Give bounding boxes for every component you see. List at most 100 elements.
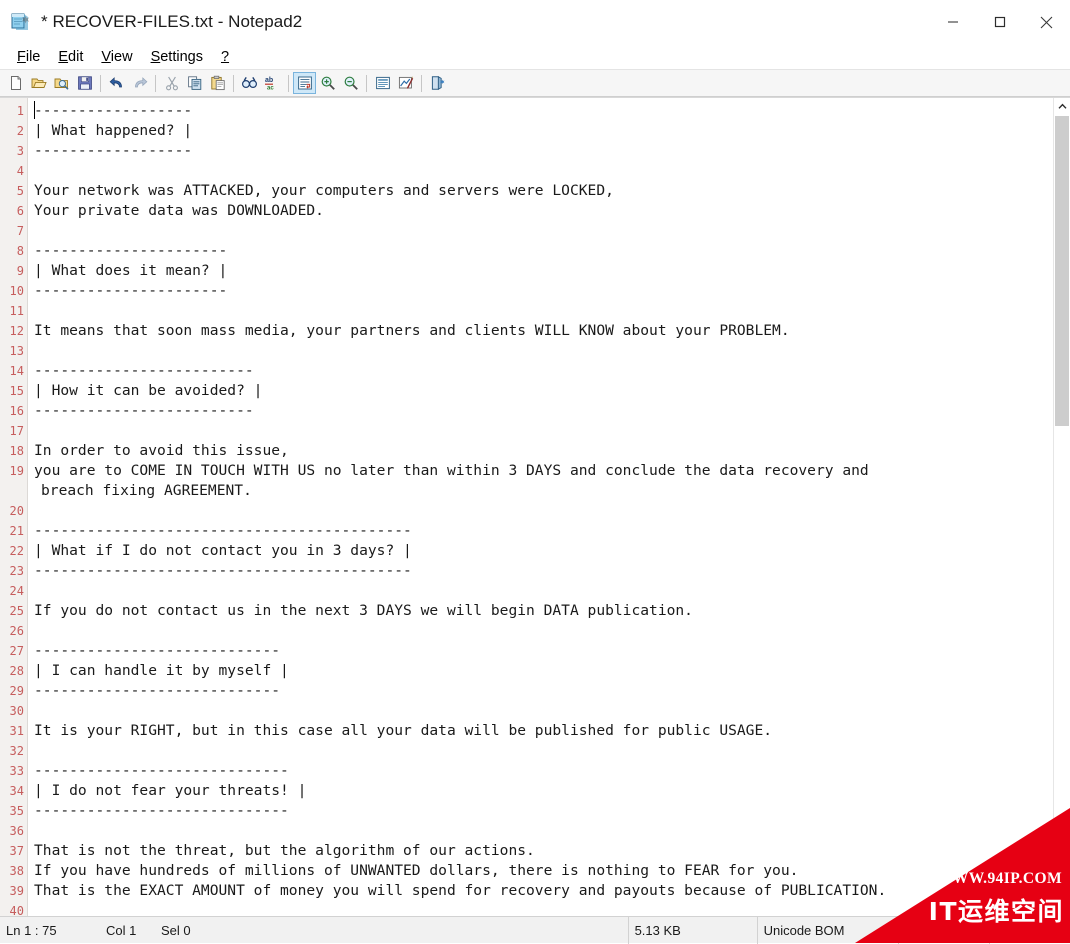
line-number: 26 [9,624,24,638]
menu-file[interactable]: File [8,48,49,67]
text-line[interactable]: In order to avoid this issue, [34,441,1053,461]
notepad2-window: * RECOVER-FILES.txt - Notepad2 File Edit [0,0,1070,944]
scroll-down-button[interactable] [1054,899,1070,916]
text-line[interactable] [34,501,1053,521]
redo-icon [134,77,147,88]
text-line[interactable]: ------------------------- [34,361,1053,381]
vertical-scrollbar[interactable] [1053,98,1070,916]
text-line[interactable]: | What does it mean? | [34,261,1053,281]
browse-file-icon [54,78,69,90]
text-line[interactable] [34,421,1053,441]
line-number: 9 [16,264,24,278]
text-line[interactable]: you are to COME IN TOUCH WITH US no late… [34,461,1053,481]
text-line[interactable]: ------------------ [34,141,1053,161]
redo-button[interactable] [128,72,151,94]
scheme-options-icon [398,76,413,89]
replace-button[interactable]: ab ac [261,72,284,94]
line-number: 2 [16,124,24,138]
text-line[interactable]: ---------------------------- [34,641,1053,661]
text-line[interactable]: ---------------------- [34,281,1053,301]
close-button[interactable] [1023,0,1070,44]
menu-view[interactable]: View [92,48,141,67]
zoom-in-button[interactable] [316,72,339,94]
cut-button[interactable] [160,72,183,94]
text-line[interactable] [34,901,1053,916]
line-number [0,481,27,501]
word-wrap-button[interactable] [293,72,316,94]
text-line[interactable]: | I can handle it by myself | [34,661,1053,681]
scheme-button[interactable] [371,72,394,94]
text-line[interactable] [34,301,1053,321]
browse-file-button[interactable] [50,72,73,94]
exit-icon [431,76,444,90]
status-encoding[interactable]: Unicode BOM [758,917,898,944]
text-line[interactable]: That is the EXACT AMOUNT of money you wi… [34,881,1053,901]
word-wrap-icon [297,76,312,90]
text-line[interactable]: ----------------------------- [34,801,1053,821]
status-scheme[interactable]: Default Text [990,917,1070,944]
zoom-out-button[interactable] [339,72,362,94]
line-number: 21 [9,524,24,538]
scheme-options-button[interactable] [394,72,417,94]
text-line[interactable] [34,741,1053,761]
text-line[interactable] [34,161,1053,181]
line-number: 29 [9,684,24,698]
text-line[interactable]: | How it can be avoided? | [34,381,1053,401]
line-number: 11 [9,304,24,318]
cut-icon [165,76,178,91]
text-line[interactable] [34,821,1053,841]
menu-view-rest: iew [110,48,133,65]
menu-edit[interactable]: Edit [49,48,92,67]
find-button[interactable] [238,72,261,94]
line-number: 25 [9,604,24,618]
new-file-icon [10,76,21,90]
text-line[interactable]: ---------------------------- [34,681,1053,701]
undo-button[interactable] [105,72,128,94]
copy-button[interactable] [183,72,206,94]
text-line[interactable] [34,341,1053,361]
text-line[interactable]: | What if I do not contact you in 3 days… [34,541,1053,561]
text-line[interactable]: Your private data was DOWNLOADED. [34,201,1053,221]
paste-button[interactable] [206,72,229,94]
status-line-endings[interactable]: CR+LF [899,917,952,944]
text-line[interactable]: It means that soon mass media, your part… [34,321,1053,341]
line-number: 5 [16,184,24,198]
save-file-button[interactable] [73,72,96,94]
text-line[interactable]: If you have hundreds of millions of UNWA… [34,861,1053,881]
text-line[interactable] [34,621,1053,641]
scroll-up-button[interactable] [1054,98,1070,115]
text-line[interactable]: ------------------------- [34,401,1053,421]
text-line[interactable]: ----------------------------------------… [34,521,1053,541]
text-line[interactable]: If you do not contact us in the next 3 D… [34,601,1053,621]
minimize-button[interactable] [929,0,976,44]
menu-help[interactable]: ? [212,48,238,67]
exit-button[interactable] [426,72,449,94]
text-line[interactable] [34,221,1053,241]
status-insert-mode[interactable]: INS [952,917,989,944]
text-line[interactable] [34,701,1053,721]
text-line[interactable]: That is not the threat, but the algorith… [34,841,1053,861]
wrapped-line[interactable]: breach fixing AGREEMENT. [34,481,1053,501]
text-content[interactable]: ------------------ | What happened? | ----… [28,98,1053,916]
text-line[interactable]: | I do not fear your threats! | [34,781,1053,801]
text-line[interactable]: Your network was ATTACKED, your computer… [34,181,1053,201]
text-line[interactable]: It is your RIGHT, but in this case all y… [34,721,1053,741]
text-line[interactable]: | What happened? | [34,121,1053,141]
text-line[interactable]: ----------------------------------------… [34,561,1053,581]
title-bar: * RECOVER-FILES.txt - Notepad2 [0,0,1070,45]
maximize-button[interactable] [976,0,1023,44]
text-line[interactable]: ----------------------------- [34,761,1053,781]
open-file-button[interactable] [27,72,50,94]
line-number: 24 [9,584,24,598]
menu-settings-rest: ettings [160,48,203,65]
line-number: 18 [9,444,24,458]
line-number: 19 [9,464,24,478]
menu-settings[interactable]: Settings [142,48,212,67]
text-line[interactable] [34,581,1053,601]
text-line[interactable]: ---------------------- [34,241,1053,261]
new-file-button[interactable] [4,72,27,94]
line-number: 38 [9,864,24,878]
window-controls [929,0,1070,44]
scrollbar-thumb[interactable] [1055,116,1069,426]
text-line[interactable]: ------------------ [34,101,1053,121]
